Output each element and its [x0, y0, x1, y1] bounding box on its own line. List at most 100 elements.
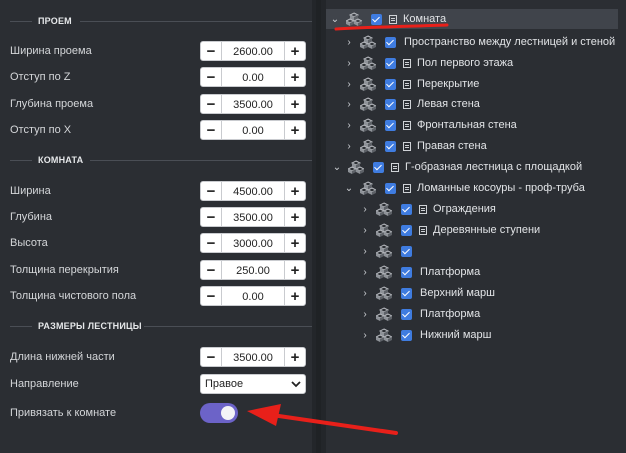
visibility-checkbox[interactable]: [401, 287, 412, 299]
increment-button[interactable]: +: [284, 233, 306, 253]
opening-depth-stepper: − 3500.00 +: [200, 94, 306, 114]
tree-node-room[interactable]: ⌄ Комната: [326, 9, 618, 29]
section-title-room: КОМНАТА: [38, 155, 84, 165]
visibility-checkbox[interactable]: [401, 224, 412, 236]
decrement-button[interactable]: −: [200, 94, 222, 114]
chevron-down-icon[interactable]: ⌄: [330, 162, 344, 173]
tree-node[interactable]: › Деревянные ступени: [358, 220, 540, 240]
chevron-right-icon[interactable]: ›: [358, 267, 372, 278]
finish-floor-input[interactable]: 0.00: [222, 286, 284, 306]
chevron-right-icon[interactable]: ›: [358, 204, 372, 215]
chevron-right-icon[interactable]: ›: [358, 225, 372, 236]
offset-x-input[interactable]: 0.00: [222, 120, 284, 140]
tree-node-stringers[interactable]: ⌄ Ломанные косоуры - проф-труба: [342, 178, 585, 198]
bind-to-room-toggle[interactable]: [200, 403, 238, 423]
decrement-button[interactable]: −: [200, 286, 222, 306]
visibility-checkbox[interactable]: [385, 119, 396, 131]
tree-node[interactable]: › Перекрытие: [342, 74, 479, 94]
tree-node[interactable]: › Левая стена: [342, 94, 480, 114]
section-divider: [10, 21, 32, 22]
room-height-input[interactable]: 3000.00: [222, 233, 284, 253]
chevron-right-icon[interactable]: ›: [342, 141, 356, 152]
visibility-checkbox[interactable]: [401, 308, 412, 320]
increment-button[interactable]: +: [284, 260, 306, 280]
chevron-down-icon[interactable]: ⌄: [328, 14, 342, 25]
tree-node[interactable]: › Пространство между лестницей и стеной: [342, 32, 615, 52]
visibility-checkbox[interactable]: [401, 245, 412, 257]
increment-button[interactable]: +: [284, 207, 306, 227]
visibility-checkbox[interactable]: [385, 182, 396, 194]
panel-divider[interactable]: [312, 0, 326, 453]
visibility-checkbox[interactable]: [373, 161, 384, 173]
tree-node[interactable]: › Платформа: [358, 304, 480, 324]
room-width-input[interactable]: 4500.00: [222, 181, 284, 201]
tree-node[interactable]: ›: [358, 241, 420, 261]
decrement-button[interactable]: −: [200, 207, 222, 227]
visibility-checkbox[interactable]: [371, 13, 382, 25]
tree-node-label: Левая стена: [417, 98, 480, 110]
chevron-right-icon[interactable]: ›: [342, 99, 356, 110]
model-icon: [376, 244, 392, 258]
visibility-checkbox[interactable]: [385, 140, 396, 152]
visibility-checkbox[interactable]: [401, 329, 412, 341]
field-label: Высота: [10, 237, 48, 249]
increment-button[interactable]: +: [284, 41, 306, 61]
decrement-button[interactable]: −: [200, 181, 222, 201]
chevron-right-icon[interactable]: ›: [358, 288, 372, 299]
visibility-checkbox[interactable]: [385, 57, 396, 69]
visibility-checkbox[interactable]: [385, 78, 396, 90]
decrement-button[interactable]: −: [200, 41, 222, 61]
scene-tree-panel: ⌄ Комната › Пространство между лестницей…: [326, 0, 626, 453]
decrement-button[interactable]: −: [200, 347, 222, 367]
chevron-right-icon[interactable]: ›: [358, 330, 372, 341]
increment-button[interactable]: +: [284, 67, 306, 87]
lower-length-input[interactable]: 3500.00: [222, 347, 284, 367]
opening-depth-input[interactable]: 3500.00: [222, 94, 284, 114]
slab-thickness-input[interactable]: 250.00: [222, 260, 284, 280]
scrollbar[interactable]: [316, 0, 321, 453]
chevron-right-icon[interactable]: ›: [342, 120, 356, 131]
offset-z-input[interactable]: 0.00: [222, 67, 284, 87]
field-label: Длина нижней части: [10, 351, 115, 363]
chevron-right-icon[interactable]: ›: [342, 37, 356, 48]
increment-button[interactable]: +: [284, 347, 306, 367]
tree-node[interactable]: › Правая стена: [342, 136, 487, 156]
increment-button[interactable]: +: [284, 286, 306, 306]
tree-node[interactable]: › Ограждения: [358, 199, 496, 219]
field-lower-length: Длина нижней части − 3500.00 +: [10, 347, 306, 367]
decrement-button[interactable]: −: [200, 67, 222, 87]
visibility-checkbox[interactable]: [385, 98, 396, 110]
increment-button[interactable]: +: [284, 120, 306, 140]
decrement-button[interactable]: −: [200, 120, 222, 140]
decrement-button[interactable]: −: [200, 260, 222, 280]
tree-node[interactable]: › Верхний марш: [358, 283, 495, 303]
section-title-stairs: РАЗМЕРЫ ЛЕСТНИЦЫ: [38, 321, 142, 331]
tree-node[interactable]: › Платформа: [358, 262, 480, 282]
model-icon: [348, 160, 364, 174]
tree-node[interactable]: › Пол первого этажа: [342, 53, 513, 73]
visibility-checkbox[interactable]: [401, 203, 412, 215]
chevron-right-icon[interactable]: ›: [358, 246, 372, 257]
document-icon: [403, 183, 411, 193]
tree-node-label: Деревянные ступени: [433, 224, 541, 236]
increment-button[interactable]: +: [284, 181, 306, 201]
visibility-checkbox[interactable]: [401, 266, 412, 278]
room-depth-input[interactable]: 3500.00: [222, 207, 284, 227]
opening-width-input[interactable]: 2600.00: [222, 41, 284, 61]
direction-select[interactable]: Правое: [200, 374, 306, 394]
field-label: Толщина перекрытия: [10, 264, 119, 276]
chevron-right-icon[interactable]: ›: [358, 309, 372, 320]
tree-node-staircase[interactable]: ⌄ Г-образная лестница с площадкой: [330, 157, 582, 177]
chevron-right-icon[interactable]: ›: [342, 79, 356, 90]
increment-button[interactable]: +: [284, 94, 306, 114]
visibility-checkbox[interactable]: [385, 36, 396, 48]
document-icon: [403, 58, 411, 68]
tree-node[interactable]: › Фронтальная стена: [342, 115, 517, 135]
decrement-button[interactable]: −: [200, 233, 222, 253]
chevron-right-icon[interactable]: ›: [342, 58, 356, 69]
toggle-knob: [221, 406, 235, 420]
chevron-down-icon[interactable]: ⌄: [342, 183, 356, 194]
tree-node[interactable]: › Нижний марш: [358, 325, 492, 345]
field-label: Направление: [10, 378, 79, 390]
finish-floor-stepper: − 0.00 +: [200, 286, 306, 306]
